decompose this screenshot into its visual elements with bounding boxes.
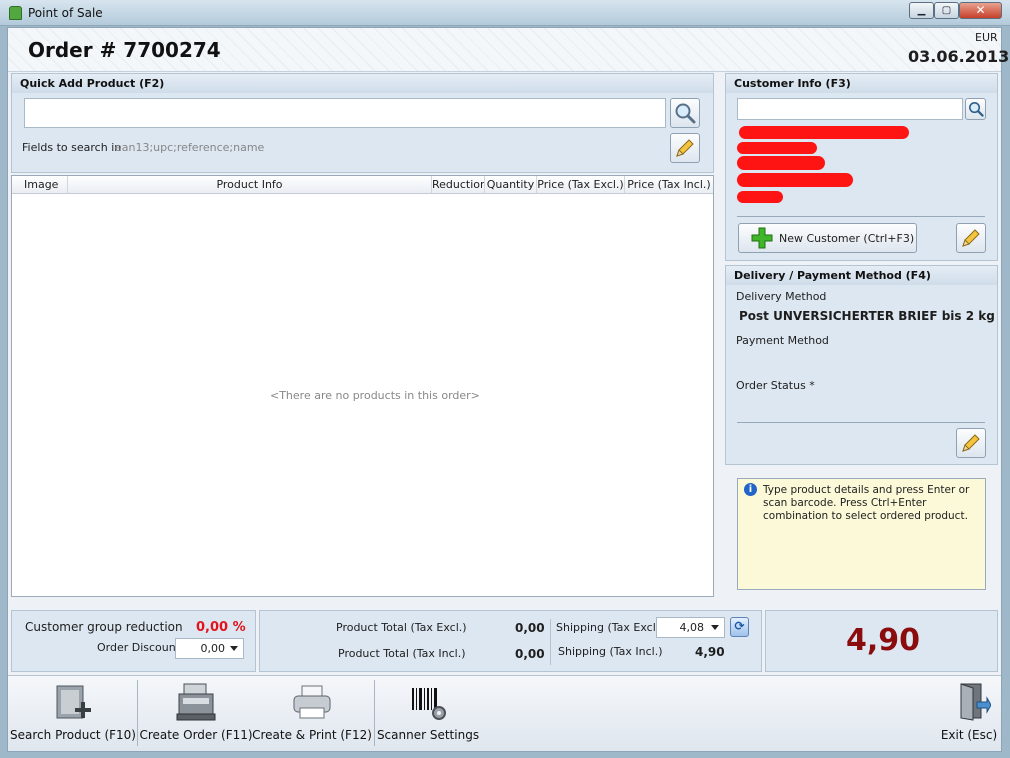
totals-divider <box>550 619 551 665</box>
delivery-method-label: Delivery Method <box>736 290 827 303</box>
fields-to-search-value[interactable]: ean13;upc;reference;name <box>115 141 264 154</box>
create-print-button[interactable]: Create & Print (F12) <box>252 678 372 748</box>
product-total-incl-value: 0,00 <box>515 647 545 661</box>
product-total-incl-label: Product Total (Tax Incl.) <box>338 647 466 660</box>
product-total-excl-value: 0,00 <box>515 621 545 635</box>
quick-add-input-box <box>24 98 666 128</box>
search-product-icon <box>56 685 91 719</box>
quick-add-search-input[interactable] <box>25 99 665 127</box>
create-order-button[interactable]: Create Order (F11) <box>139 678 253 748</box>
order-title: Order # 7700274 <box>28 38 221 62</box>
delivery-method-value: Post UNVERSICHERTER BRIEF bis 2 kg <box>739 309 995 323</box>
pencil-icon <box>962 434 980 452</box>
pencil-icon <box>676 139 694 157</box>
quick-add-header: Quick Add Product (F2) <box>12 74 713 93</box>
customer-edit-button[interactable] <box>956 223 986 253</box>
barcode-settings-icon <box>412 688 446 720</box>
new-customer-label: New Customer (Ctrl+F3) <box>779 231 915 245</box>
order-date: 03.06.2013 <box>908 47 1010 66</box>
create-order-label: Create Order (F11) <box>139 728 253 742</box>
window-title: Point of Sale <box>28 6 103 20</box>
group-reduction-value: 0,00 % <box>196 620 246 635</box>
customer-info-header: Customer Info (F3) <box>726 74 997 93</box>
maximize-button[interactable]: ▢ <box>934 2 959 19</box>
redacted-customer-line <box>737 173 853 187</box>
printer-icon <box>293 685 331 719</box>
redacted-customer-line <box>737 156 825 170</box>
customer-search-box <box>737 98 963 120</box>
product-grid-header: Image Product Info Reduction Quantity Pr… <box>12 176 713 194</box>
shipping-incl-value: 4,90 <box>695 645 725 659</box>
redacted-customer-line <box>737 142 817 154</box>
plus-icon <box>751 227 773 249</box>
shipping-incl-label: Shipping (Tax Incl.) <box>558 645 663 658</box>
title-bar <box>0 0 1010 26</box>
delivery-divider <box>737 422 985 423</box>
hint-text: Type product details and press Enter or … <box>763 484 970 522</box>
column-header-product-info[interactable]: Product Info <box>68 176 432 193</box>
refresh-shipping-button[interactable]: ⟳ <box>730 617 749 637</box>
app-icon <box>9 6 22 20</box>
new-customer-button[interactable]: New Customer (Ctrl+F3) <box>738 223 917 253</box>
delivery-edit-button[interactable] <box>956 428 986 458</box>
product-grid[interactable] <box>11 175 714 597</box>
column-header-quantity[interactable]: Quantity <box>485 176 537 193</box>
pencil-icon <box>962 229 980 247</box>
column-header-price-excl[interactable]: Price (Tax Excl.) <box>537 176 625 193</box>
toolbar-separator <box>374 680 375 746</box>
chevron-down-icon <box>230 646 238 651</box>
cash-register-icon <box>176 683 216 721</box>
order-status-label: Order Status * <box>736 379 815 392</box>
redacted-customer-line <box>739 126 909 139</box>
empty-order-message: <There are no products in this order> <box>270 389 480 402</box>
refresh-icon: ⟳ <box>734 619 745 633</box>
search-icon <box>675 103 696 124</box>
shipping-excl-value: 4,08 <box>679 621 705 634</box>
minimize-button[interactable]: ▁ <box>909 2 934 19</box>
search-icon <box>968 102 984 117</box>
group-reduction-label: Customer group reduction <box>25 620 183 634</box>
redacted-customer-line <box>737 191 783 203</box>
chevron-down-icon <box>711 625 719 630</box>
scanner-settings-label: Scanner Settings <box>376 728 480 742</box>
info-icon: i <box>744 483 757 496</box>
quick-add-search-button[interactable] <box>670 98 700 128</box>
payment-method-label: Payment Method <box>736 334 829 347</box>
create-print-label: Create & Print (F12) <box>252 728 372 742</box>
search-product-label: Search Product (F10) <box>10 728 136 742</box>
column-header-price-incl[interactable]: Price (Tax Incl.) <box>625 176 713 193</box>
delivery-payment-header: Delivery / Payment Method (F4) <box>726 266 997 285</box>
customer-search-input[interactable] <box>738 99 962 119</box>
close-button[interactable]: ✕ <box>959 2 1002 19</box>
exit-door-icon <box>960 683 991 721</box>
scanner-settings-button[interactable]: Scanner Settings <box>376 678 480 748</box>
exit-label: Exit (Esc) <box>940 728 998 742</box>
fields-to-search-label: Fields to search in <box>22 141 122 154</box>
grand-total-value: 4,90 <box>846 623 921 658</box>
shipping-excl-label: Shipping (Tax Excl.) <box>556 621 664 634</box>
product-total-excl-label: Product Total (Tax Excl.) <box>336 621 467 634</box>
customer-search-button[interactable] <box>965 98 986 120</box>
column-header-image[interactable]: Image <box>12 176 68 193</box>
column-header-reduction[interactable]: Reduction <box>432 176 485 193</box>
shipping-excl-select[interactable]: 4,08 <box>656 617 725 638</box>
order-discount-label: Order Discount <box>97 641 181 654</box>
exit-button[interactable]: Exit (Esc) <box>934 678 1004 748</box>
search-product-button[interactable]: Search Product (F10) <box>10 678 136 748</box>
customer-divider <box>737 216 985 217</box>
toolbar-separator <box>137 680 138 746</box>
order-discount-value: 0,00 <box>200 642 226 655</box>
currency-label: EUR <box>975 31 998 44</box>
quick-add-edit-button[interactable] <box>670 133 700 163</box>
order-discount-select[interactable]: 0,00 <box>175 638 244 659</box>
